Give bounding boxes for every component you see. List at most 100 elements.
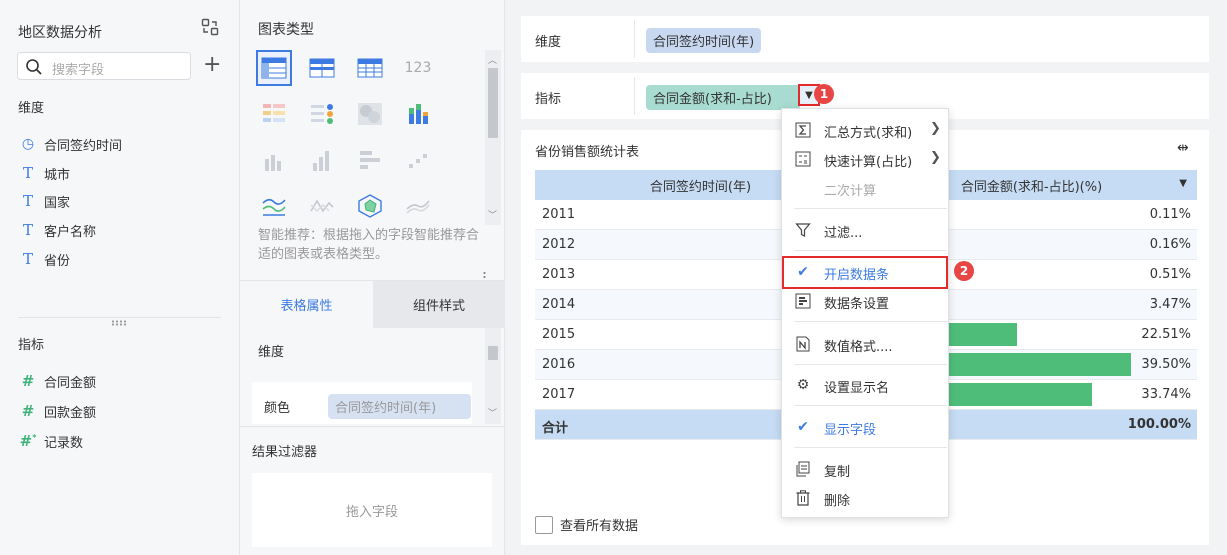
horizontal-bar-icon[interactable]: [352, 142, 388, 178]
row-separator: [634, 77, 635, 115]
chart-type-scrollbar[interactable]: ︿ ﹀: [485, 50, 501, 225]
dimension-row: 维度 合同签约时间(年): [521, 16, 1209, 62]
color-table-icon[interactable]: [256, 96, 292, 132]
scroll-thumb[interactable]: [488, 68, 498, 138]
field-province[interactable]: T 省份: [18, 249, 70, 269]
tab-table-properties[interactable]: 表格属性: [240, 281, 373, 328]
row-separator: [634, 20, 635, 58]
add-field-button[interactable]: +: [203, 54, 221, 76]
field-contract-date[interactable]: ◷ 合同签约时间: [18, 134, 122, 154]
scroll-up-icon[interactable]: ︿: [488, 53, 497, 66]
grouped-bar-icon[interactable]: [304, 142, 340, 178]
filter-icon: [794, 221, 812, 239]
text-type-icon: T: [22, 250, 33, 268]
menu-item-databar-settings[interactable]: 数据条设置: [782, 287, 948, 315]
menu-item-number-format[interactable]: 数值格式....: [782, 330, 948, 358]
property-tabs: 表格属性 组件样式: [240, 280, 505, 328]
bar-chart-icon[interactable]: [256, 142, 292, 178]
field-record-count[interactable]: #* 记录数: [18, 431, 83, 451]
dataset-title: 地区数据分析: [18, 25, 102, 41]
menu-item-filter[interactable]: 过滤...: [782, 216, 948, 244]
line-chart-icon[interactable]: [256, 188, 292, 224]
result-filter-title: 结果过滤器: [252, 445, 318, 460]
dimension-row-label: 维度: [535, 35, 562, 50]
trash-icon: [794, 489, 812, 507]
calculator-icon: [794, 150, 812, 168]
highlight-enable-databar: [782, 256, 948, 289]
switch-dataset-icon[interactable]: [201, 18, 219, 36]
scroll-down-icon[interactable]: ﹀: [488, 406, 497, 419]
triangle-down-icon: ▼: [805, 89, 813, 101]
field-country[interactable]: T 国家: [18, 191, 70, 211]
dimension-section-label: 维度: [18, 101, 45, 116]
number-type-icon: #: [21, 372, 35, 390]
total-value: 100.00%: [1127, 417, 1191, 432]
chevron-right-icon: ❯: [930, 121, 941, 136]
heatmap-icon[interactable]: [352, 96, 388, 132]
polyline-icon[interactable]: [304, 188, 340, 224]
amount-cell: 3.47%: [1149, 297, 1191, 312]
year-cell: 2014: [542, 297, 576, 312]
search-placeholder: 搜索字段: [52, 63, 105, 78]
number-type-icon: #: [21, 402, 35, 420]
step-badge-2: 2: [954, 261, 974, 281]
amount-cell: 33.74%: [1141, 387, 1191, 402]
total-label: 合计: [542, 421, 569, 436]
calculated-number-icon: #*: [19, 432, 37, 450]
checkbox-box[interactable]: [535, 515, 553, 534]
chart-type-title: 图表类型: [258, 22, 314, 38]
menu-separator: [794, 364, 947, 365]
smart-recommend-hint: 智能推荐：根据拖入的字段智能推荐合适的图表或表格类型。: [258, 228, 480, 262]
menu-separator: [794, 405, 947, 406]
sigma-icon: [794, 121, 812, 139]
fit-width-icon[interactable]: ⇹: [1177, 140, 1189, 156]
table-type-group-icon[interactable]: [304, 50, 340, 86]
menu-item-delete[interactable]: 删除: [782, 484, 948, 512]
color-field-pill[interactable]: 合同签约时间(年): [328, 394, 471, 419]
resize-grip[interactable]: [111, 320, 127, 326]
field-search-input[interactable]: 搜索字段: [17, 52, 191, 80]
menu-item-show-field[interactable]: ✔ 显示字段: [782, 413, 948, 441]
menu-item-copy[interactable]: 复制: [782, 455, 948, 483]
menu-item-aggregation[interactable]: 汇总方式(求和) ❯: [782, 116, 948, 144]
scatter-icon[interactable]: [400, 142, 436, 178]
menu-separator: [794, 208, 947, 209]
year-cell: 2015: [542, 327, 576, 342]
radar-chart-icon[interactable]: [352, 188, 388, 224]
field-payment-amount[interactable]: # 回款金额: [18, 401, 96, 421]
check-icon: ✔: [797, 419, 809, 435]
menu-item-quick-calc[interactable]: 快速计算(占比) ❯: [782, 145, 948, 173]
table-type-detail-icon[interactable]: [256, 50, 292, 86]
table-type-cross-icon[interactable]: [352, 50, 388, 86]
field-contract-amount[interactable]: # 合同金额: [18, 371, 96, 391]
kpi-card-icon[interactable]: [304, 96, 340, 132]
scroll-thumb[interactable]: [488, 346, 498, 360]
menu-item-display-name[interactable]: ⚙ 设置显示名: [782, 371, 948, 399]
dimension-field-pill[interactable]: 合同签约时间(年): [646, 28, 762, 53]
stacked-bar-icon[interactable]: [400, 96, 436, 132]
copy-icon: [794, 460, 812, 478]
sort-caret-icon[interactable]: ▼: [1179, 178, 1187, 189]
metric-section-label: 指标: [18, 338, 45, 353]
metric-field-pill[interactable]: 合同金额(求和-占比): [646, 85, 800, 110]
area-chart-icon[interactable]: [400, 188, 436, 224]
scroll-down-icon[interactable]: ﹀: [488, 208, 497, 221]
kpi-number-icon[interactable]: 123: [400, 50, 436, 86]
metric-row-label: 指标: [535, 92, 562, 107]
number-format-icon: [794, 335, 812, 353]
properties-panel: 图表类型 123 ︿ ﹀ 智能推荐：根据拖入的字段智能推荐合适的图表或表格类型。…: [240, 0, 505, 555]
menu-separator: [794, 447, 947, 448]
search-icon: [26, 59, 42, 75]
year-cell: 2017: [542, 387, 576, 402]
result-filter-section: 结果过滤器 拖入字段: [240, 426, 504, 555]
field-city[interactable]: T 城市: [18, 163, 70, 183]
filter-drop-zone[interactable]: 拖入字段: [252, 473, 492, 547]
property-scrollbar[interactable]: ﹀: [485, 328, 501, 424]
show-all-data-checkbox[interactable]: 查看所有数据: [535, 515, 638, 534]
year-cell: 2013: [542, 267, 576, 282]
chevron-right-icon: ❯: [930, 150, 941, 165]
show-all-label: 查看所有数据: [560, 519, 639, 534]
field-customer-name[interactable]: T 客户名称: [18, 220, 96, 240]
tab-component-style[interactable]: 组件样式: [373, 281, 505, 328]
year-cell: 2011: [542, 207, 576, 222]
